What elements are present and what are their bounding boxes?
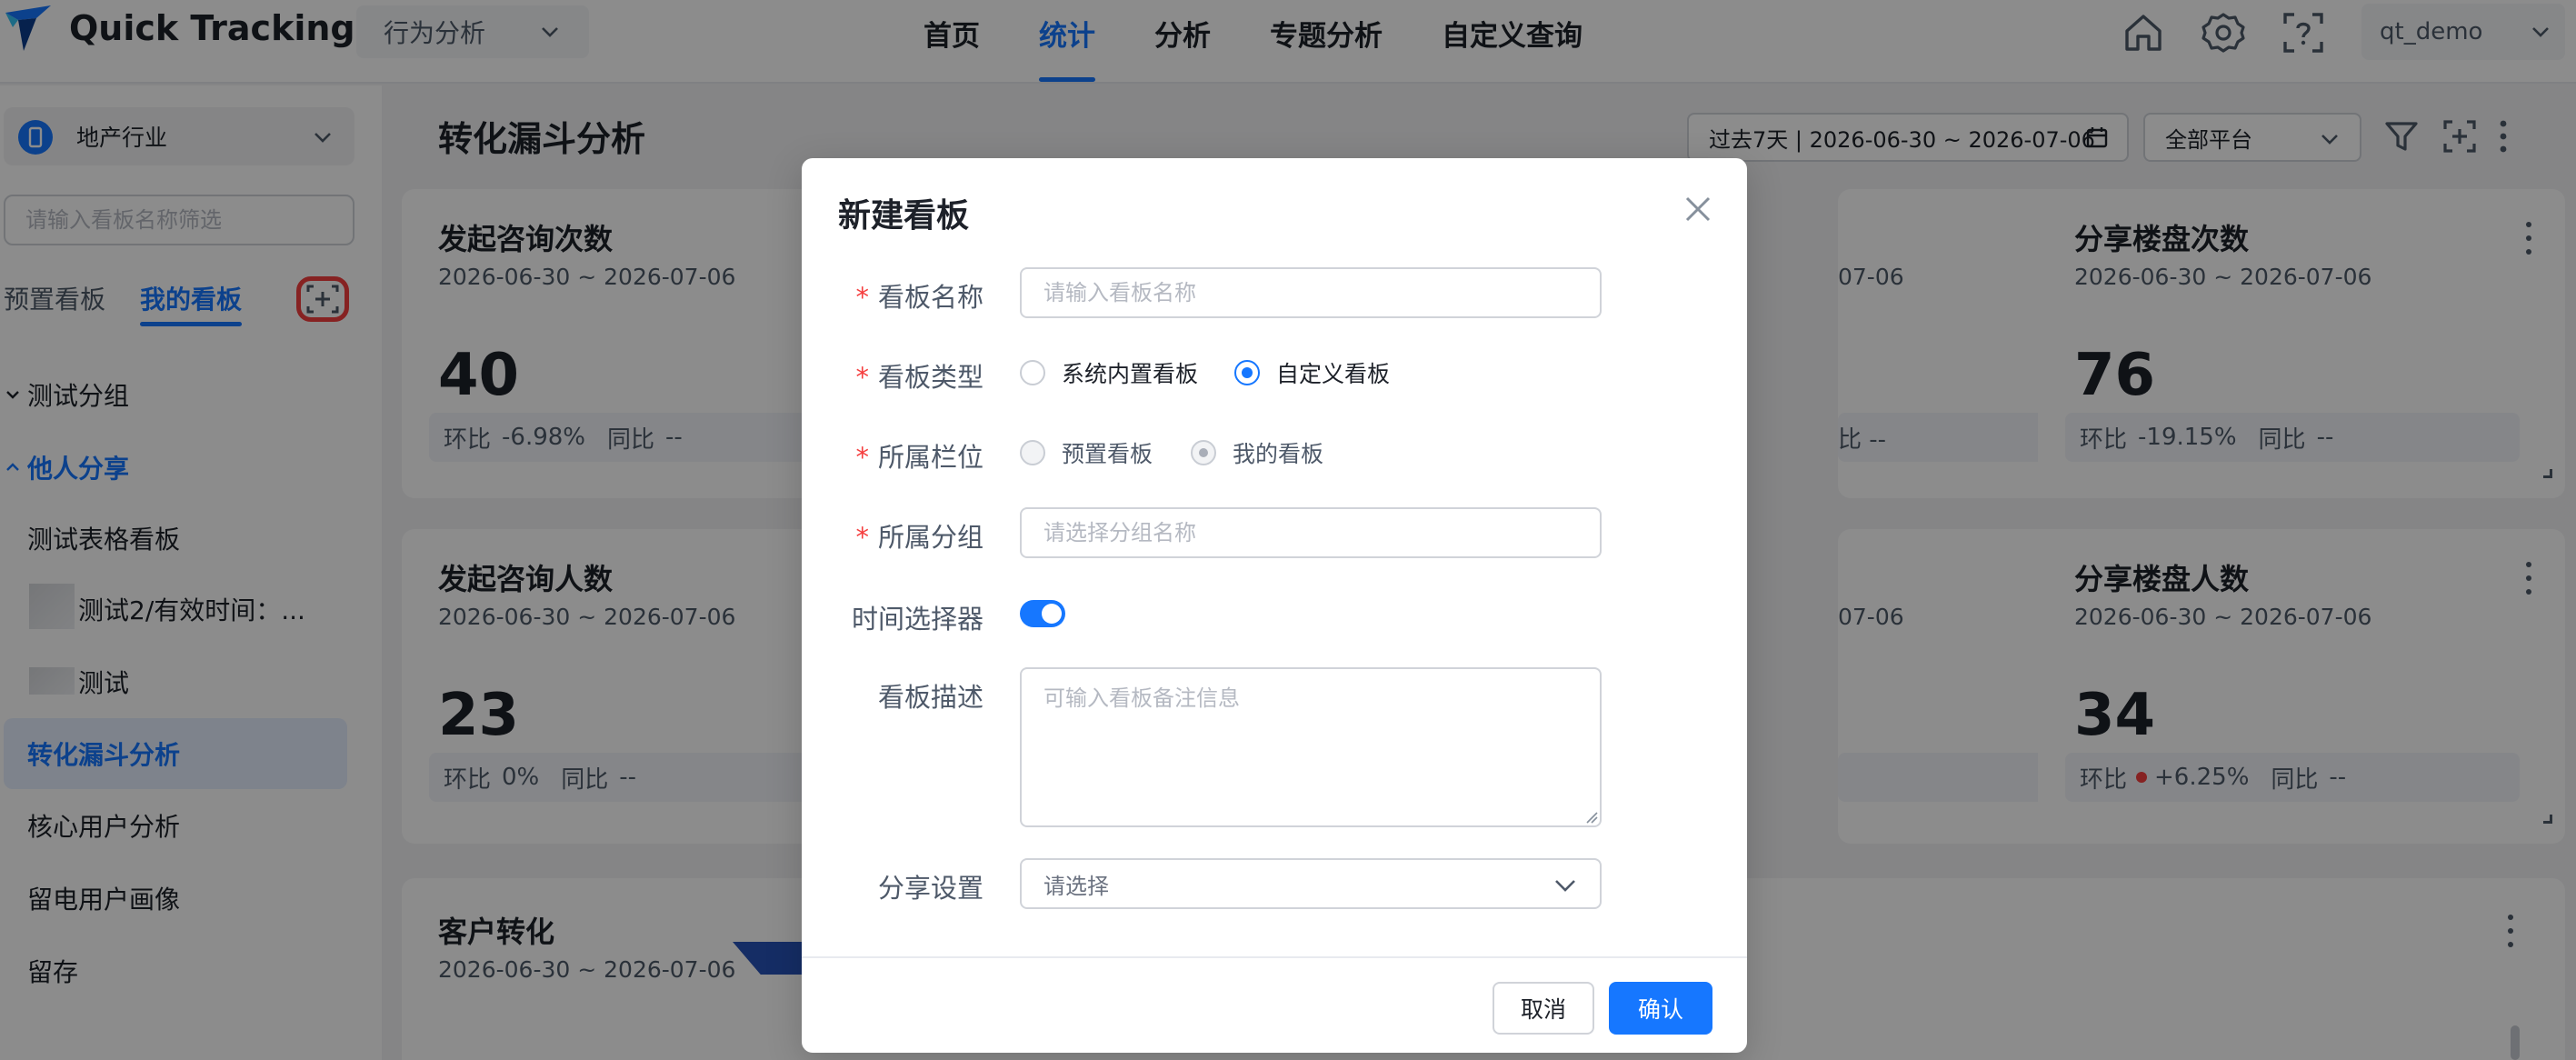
dialog-footer-divider [802,956,1747,958]
new-board-dialog: 新建看板 *看板名称 *看板类型 系统内置看板 自定义看板 *所属栏位 预置看板… [802,158,1747,1053]
required-mark: * [855,282,869,313]
board-desc-label: 看板描述 [877,682,983,713]
radio-label: 自定义看板 [1276,361,1391,387]
board-name-input[interactable] [1020,267,1602,318]
radio-unchecked-icon [1020,360,1045,385]
radio-label: 预置看板 [1062,441,1153,467]
board-column-label: * 所属栏位 [855,442,983,473]
required-mark: * [855,442,869,473]
time-picker-label: 时间选择器 [851,604,983,635]
chevron-down-icon [1555,880,1575,892]
radio-label: 我的看板 [1233,441,1324,467]
radio-system-board[interactable]: 系统内置看板 [1020,356,1198,389]
radio-checked-icon [1234,360,1260,385]
time-picker-toggle[interactable] [1020,600,1065,627]
radio-disabled-checked-icon [1191,440,1216,465]
radio-disabled-icon [1020,440,1045,465]
board-name-label: * 看板名称 [855,282,983,313]
confirm-button[interactable]: 确认 [1609,982,1712,1035]
resize-grip-icon[interactable] [1585,811,1598,824]
share-settings-select[interactable]: 请选择 [1020,858,1602,909]
board-desc-textarea[interactable] [1020,667,1602,827]
radio-label: 系统内置看板 [1062,361,1199,387]
required-mark: * [855,362,869,393]
radio-preset-column: 预置看板 [1020,436,1153,469]
radio-custom-board[interactable]: 自定义看板 [1234,356,1390,389]
board-type-label: * 看板类型 [855,362,983,393]
dialog-title: 新建看板 [838,197,970,235]
board-group-label: * 所属分组 [855,522,983,553]
board-group-input[interactable] [1020,507,1602,558]
share-settings-label: 分享设置 [877,873,983,904]
close-icon[interactable] [1680,191,1716,227]
required-mark: * [855,522,869,553]
cancel-button[interactable]: 取消 [1493,982,1594,1035]
radio-my-column: 我的看板 [1191,436,1323,469]
share-select-placeholder: 请选择 [1043,873,1109,899]
